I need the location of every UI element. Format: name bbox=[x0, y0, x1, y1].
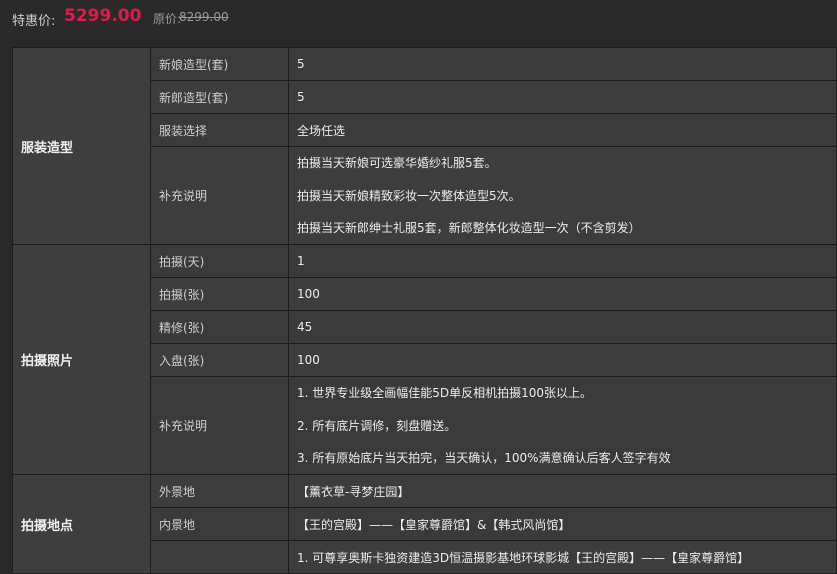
row-label: 拍摄(天) bbox=[150, 244, 289, 278]
section-title-location: 拍摄地点 bbox=[12, 474, 151, 574]
row-value: 5 bbox=[288, 80, 837, 114]
row-value: 100 bbox=[288, 343, 837, 377]
package-details-table: 服装造型 新娘造型(套) 5 新郎造型(套) 5 服装选择 全场任选 补充说明 … bbox=[12, 47, 837, 574]
section-title-photos: 拍摄照片 bbox=[12, 244, 151, 475]
price-bar: 特惠价: 5299.00 原价: 8299.00 bbox=[0, 0, 837, 38]
row-value: 【王的宫殿】——【皇家尊爵馆】&【韩式风尚馆】 bbox=[288, 507, 837, 541]
row-value: 45 bbox=[288, 310, 837, 344]
section-title-costume: 服装造型 bbox=[12, 47, 151, 245]
row-label: 补充说明 bbox=[150, 146, 289, 245]
row-label: 外景地 bbox=[150, 474, 289, 508]
row-value: 【薰衣草-寻梦庄园】 bbox=[288, 474, 837, 508]
row-value: 5 bbox=[288, 47, 837, 81]
row-label: 补充说明 bbox=[150, 376, 289, 475]
row-label: 服装选择 bbox=[150, 113, 289, 147]
row-label: 新娘造型(套) bbox=[150, 47, 289, 81]
table-row: 拍摄地点 外景地 【薰衣草-寻梦庄园】 bbox=[12, 474, 837, 574]
note-line: 拍摄当天新娘精致彩妆一次整体造型5次。 bbox=[297, 189, 521, 203]
note-line: 2. 所有底片调修，刻盘赠送。 bbox=[297, 419, 457, 433]
row-value: 100 bbox=[288, 277, 837, 311]
note-line: 1. 世界专业级全画幅佳能5D单反相机拍摄100张以上。 bbox=[297, 386, 593, 400]
row-label: 精修(张) bbox=[150, 310, 289, 344]
note-line: 拍摄当天新郎绅士礼服5套，新郎整体化妆造型一次（不含剪发） bbox=[297, 221, 641, 235]
original-price-value: 8299.00 bbox=[179, 10, 229, 24]
row-value: 1 bbox=[288, 244, 837, 278]
row-label: 入盘(张) bbox=[150, 343, 289, 377]
special-price-label: 特惠价: bbox=[12, 14, 56, 29]
table-row: 服装造型 新娘造型(套) 5 bbox=[12, 47, 837, 245]
note-line: 拍摄当天新娘可选豪华婚纱礼服5套。 bbox=[297, 156, 497, 170]
note-line: 3. 所有原始底片当天拍完，当天确认，100%满意确认后客人签字有效 bbox=[297, 451, 671, 465]
row-label: 内景地 bbox=[150, 507, 289, 541]
row-label: 新郎造型(套) bbox=[150, 80, 289, 114]
row-label: 拍摄(张) bbox=[150, 277, 289, 311]
table-row: 拍摄照片 拍摄(天) 1 bbox=[12, 244, 837, 475]
special-price-value: 5299.00 bbox=[64, 6, 142, 26]
row-value-notes: 拍摄当天新娘可选豪华婚纱礼服5套。 拍摄当天新娘精致彩妆一次整体造型5次。 拍摄… bbox=[288, 146, 837, 245]
row-value-notes: 1. 世界专业级全画幅佳能5D单反相机拍摄100张以上。 2. 所有底片调修，刻… bbox=[288, 376, 837, 475]
row-value: 全场任选 bbox=[288, 113, 837, 147]
original-price-label: 原价: bbox=[153, 12, 182, 26]
